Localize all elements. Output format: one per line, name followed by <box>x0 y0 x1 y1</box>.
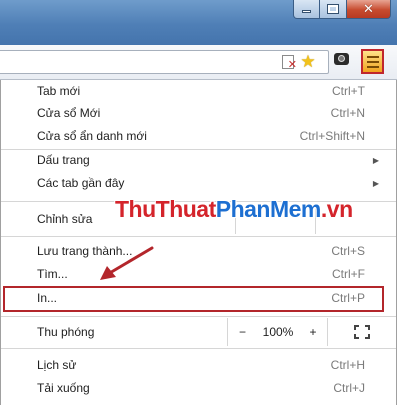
zoom-in-button[interactable]: + <box>299 318 327 346</box>
menu-separator <box>1 316 396 317</box>
zoom-out-button[interactable]: − <box>227 318 257 346</box>
menu-item-new-tab[interactable]: Tab mới Ctrl+T <box>1 80 396 102</box>
menu-item-shortcut: Ctrl+J <box>333 381 365 395</box>
minimize-icon <box>302 10 311 13</box>
menu-item-shortcut: Ctrl+F <box>332 267 365 281</box>
submenu-arrow-icon: ▶ <box>372 155 379 165</box>
menu-item-label: Dấu trang <box>37 153 90 167</box>
close-icon: ✕ <box>363 1 374 17</box>
page-blocked-icon[interactable]: ✕ <box>279 53 297 71</box>
menu-item-label: Cửa sổ ẩn danh mới <box>37 129 147 143</box>
fullscreen-icon <box>354 325 370 339</box>
menu-item-recent-tabs[interactable]: Các tab gần đây ▶ <box>1 172 396 194</box>
camera-extension-icon[interactable] <box>332 50 350 68</box>
menu-item-find[interactable]: Tìm... Ctrl+F <box>1 263 396 285</box>
submenu-arrow-icon: ▶ <box>372 178 379 188</box>
menu-item-save-page[interactable]: Lưu trang thành... Ctrl+S <box>1 240 396 262</box>
maximize-icon <box>327 4 339 14</box>
menu-item-label: Các tab gần đây <box>37 176 125 190</box>
fullscreen-button[interactable] <box>327 318 396 346</box>
menu-item-shortcut: Ctrl+N <box>330 106 365 120</box>
window-title-bar: ✕ <box>0 0 397 45</box>
menu-item-label: Tải xuống <box>37 381 90 395</box>
menu-item-label: Cửa sổ Mới <box>37 106 101 120</box>
annotation-arrow <box>100 246 154 280</box>
menu-item-label: Tab mới <box>37 84 81 98</box>
hamburger-menu-icon[interactable] <box>361 49 384 74</box>
menu-item-shortcut: Ctrl+S <box>331 244 365 258</box>
menu-item-downloads[interactable]: Tải xuống Ctrl+J <box>1 377 396 399</box>
menu-item-shortcut: Ctrl+Shift+N <box>299 129 365 143</box>
menu-separator <box>1 348 396 349</box>
print-highlight-box <box>3 286 384 312</box>
minimize-button[interactable] <box>293 0 320 19</box>
zoom-level: 100% <box>262 325 294 339</box>
menu-item-bookmarks[interactable]: Dấu trang ▶ <box>1 149 396 171</box>
menu-item-label: Tìm... <box>37 267 68 281</box>
menu-item-history[interactable]: Lịch sử Ctrl+H <box>1 354 396 376</box>
chrome-main-menu: Tab mới Ctrl+T Cửa sổ Mới Ctrl+N Cửa sổ … <box>0 80 397 405</box>
menu-item-shortcut: Ctrl+H <box>330 358 365 372</box>
menu-item-shortcut: Ctrl+T <box>332 84 365 98</box>
menu-separator <box>1 236 396 237</box>
menu-item-new-window[interactable]: Cửa sổ Mới Ctrl+N <box>1 102 396 124</box>
menu-item-incognito[interactable]: Cửa sổ ẩn danh mới Ctrl+Shift+N <box>1 125 396 147</box>
watermark-logo: ThuThuatPhanMem.vn <box>115 196 353 222</box>
close-button[interactable]: ✕ <box>347 0 391 19</box>
menu-item-label: Lịch sử <box>37 358 77 372</box>
window-controls: ✕ <box>293 0 391 19</box>
menu-item-zoom: Thu phóng − 100% + <box>1 318 396 346</box>
bookmark-star-icon[interactable]: ★ <box>299 52 317 72</box>
menu-item-label: Chỉnh sửa <box>37 212 93 226</box>
menu-item-label: Thu phóng <box>37 325 95 339</box>
maximize-button[interactable] <box>320 0 347 19</box>
